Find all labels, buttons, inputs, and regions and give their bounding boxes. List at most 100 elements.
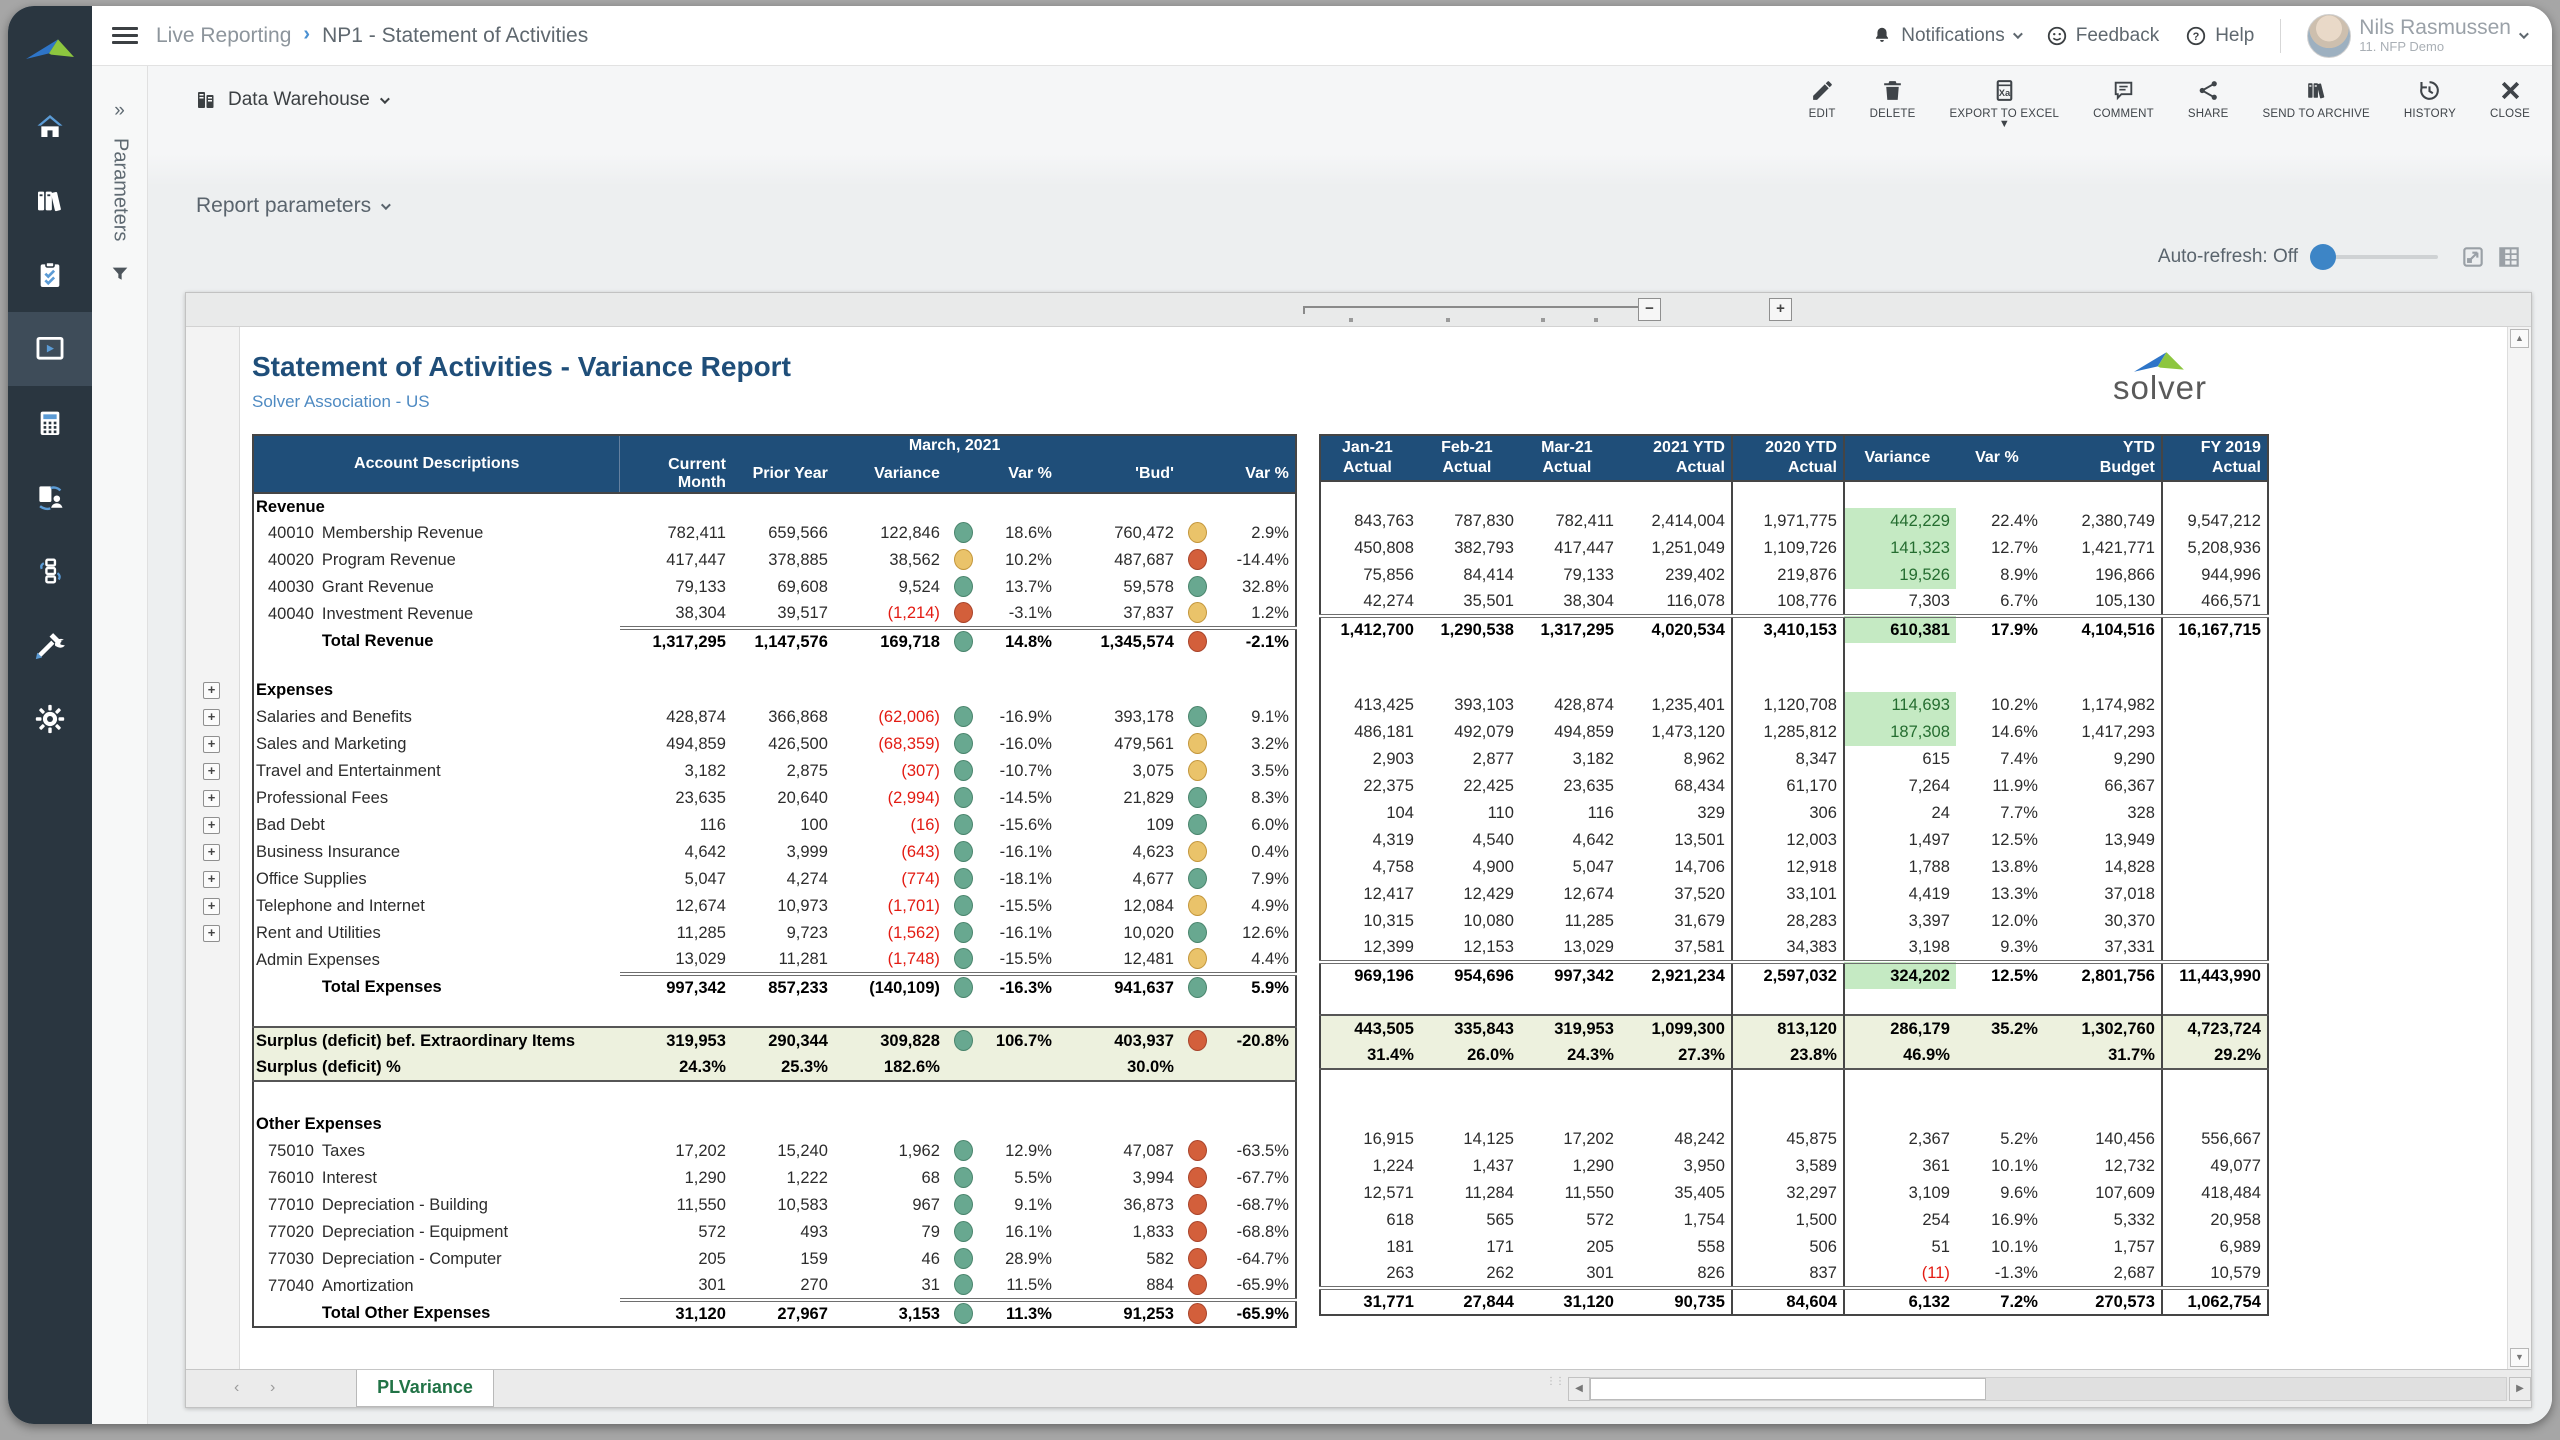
scroll-down-button[interactable]: ▼: [2510, 1348, 2529, 1367]
cell[interactable]: (140,109): [834, 974, 946, 1001]
cell[interactable]: 171: [1420, 1234, 1520, 1261]
cell[interactable]: -67.7%: [1216, 1165, 1296, 1192]
cell[interactable]: 1,285,812: [1732, 719, 1844, 746]
total-label[interactable]: Total Revenue: [320, 628, 620, 655]
hamburger-menu-icon[interactable]: [112, 23, 138, 48]
cell[interactable]: [2162, 719, 2268, 746]
cell[interactable]: -14.5%: [982, 785, 1058, 812]
cell[interactable]: 61,170: [1732, 773, 1844, 800]
cell[interactable]: 14.6%: [1956, 719, 2044, 746]
cell[interactable]: 116: [620, 812, 732, 839]
cell[interactable]: -1.3%: [1956, 1261, 2044, 1288]
cell[interactable]: 7.4%: [1956, 746, 2044, 773]
cell[interactable]: 1,099,300: [1620, 1015, 1732, 1042]
cell[interactable]: [2162, 773, 2268, 800]
row-label[interactable]: Rent and Utilities: [253, 920, 620, 947]
cell[interactable]: 11,285: [620, 920, 732, 947]
cell[interactable]: 6,132: [1844, 1288, 1956, 1315]
cell[interactable]: 2,877: [1420, 746, 1520, 773]
cell[interactable]: 32,297: [1732, 1180, 1844, 1207]
row-label[interactable]: Salaries and Benefits: [253, 704, 620, 731]
cell[interactable]: 14,706: [1620, 854, 1732, 881]
cell[interactable]: 12,674: [620, 893, 732, 920]
slider-knob[interactable]: [2310, 244, 2336, 270]
cell[interactable]: 1,421,771: [2044, 535, 2162, 562]
cell[interactable]: 37,331: [2044, 935, 2162, 962]
cell[interactable]: 254: [1844, 1207, 1956, 1234]
cell[interactable]: 69,608: [732, 574, 834, 601]
account-label[interactable]: Depreciation - Equipment: [320, 1219, 620, 1246]
cell[interactable]: 35,501: [1420, 589, 1520, 616]
cell[interactable]: 66,367: [2044, 773, 2162, 800]
cell[interactable]: 38,562: [834, 547, 946, 574]
cell[interactable]: 122,846: [834, 520, 946, 547]
cell[interactable]: -3.1%: [982, 601, 1058, 628]
expand-row-button[interactable]: +: [203, 844, 220, 861]
cell[interactable]: 558: [1620, 1234, 1732, 1261]
cell[interactable]: 1,437: [1420, 1153, 1520, 1180]
cell[interactable]: 12,153: [1420, 935, 1520, 962]
cell[interactable]: 493: [732, 1219, 834, 1246]
cell[interactable]: 106.7%: [982, 1027, 1058, 1054]
account-label[interactable]: Amortization: [320, 1273, 620, 1300]
delete-button[interactable]: DELETE: [1870, 78, 1916, 128]
cell[interactable]: 12.5%: [1956, 962, 2044, 989]
cell[interactable]: 14.8%: [982, 628, 1058, 655]
cell[interactable]: 3,153: [834, 1300, 946, 1327]
cell[interactable]: -14.4%: [1216, 547, 1296, 574]
cell[interactable]: 23.8%: [1732, 1042, 1844, 1069]
expand-row-button[interactable]: +: [203, 790, 220, 807]
cell[interactable]: 28.9%: [982, 1246, 1058, 1273]
cell[interactable]: 20,640: [732, 785, 834, 812]
cell[interactable]: 23,635: [620, 785, 732, 812]
cell[interactable]: 301: [620, 1273, 732, 1300]
cell[interactable]: 9,723: [732, 920, 834, 947]
cell[interactable]: 837: [1732, 1261, 1844, 1288]
cell[interactable]: 3,410,153: [1732, 616, 1844, 643]
cell[interactable]: 239,402: [1620, 562, 1732, 589]
cell[interactable]: 2,367: [1844, 1126, 1956, 1153]
cell[interactable]: 5,047: [1520, 854, 1620, 881]
cell[interactable]: -16.1%: [982, 839, 1058, 866]
filter-funnel-icon[interactable]: [109, 263, 131, 285]
cell[interactable]: 0.4%: [1216, 839, 1296, 866]
cell[interactable]: 25.3%: [732, 1054, 834, 1081]
cell[interactable]: 378,885: [732, 547, 834, 574]
cell[interactable]: 5.5%: [982, 1165, 1058, 1192]
cell[interactable]: 84,604: [1732, 1288, 1844, 1315]
cell[interactable]: 32.8%: [1216, 574, 1296, 601]
cell[interactable]: (62,006): [834, 704, 946, 731]
sidebar-item-settings[interactable]: [8, 682, 92, 756]
cell[interactable]: 10,579: [2162, 1261, 2268, 1288]
cell[interactable]: 16,167,715: [2162, 616, 2268, 643]
sidebar-item-reports[interactable]: [8, 312, 92, 386]
cell[interactable]: (307): [834, 758, 946, 785]
cell[interactable]: 2,380,749: [2044, 508, 2162, 535]
sidebar-item-budgeting[interactable]: [8, 386, 92, 460]
cell[interactable]: [2162, 827, 2268, 854]
cell[interactable]: -15.5%: [982, 947, 1058, 974]
cell[interactable]: 426,500: [732, 731, 834, 758]
cell[interactable]: 7,264: [1844, 773, 1956, 800]
cell[interactable]: 205: [620, 1246, 732, 1273]
cell[interactable]: 114,693: [1844, 692, 1956, 719]
cell[interactable]: 782,411: [620, 520, 732, 547]
cell[interactable]: 760,472: [1058, 520, 1180, 547]
cell[interactable]: 1,290: [1520, 1153, 1620, 1180]
cell[interactable]: 27,967: [732, 1300, 834, 1327]
cell[interactable]: 10.1%: [1956, 1153, 2044, 1180]
cell[interactable]: (1,748): [834, 947, 946, 974]
cell[interactable]: 494,859: [620, 731, 732, 758]
cell[interactable]: [2162, 854, 2268, 881]
cell[interactable]: 12,674: [1520, 881, 1620, 908]
cell[interactable]: (2,994): [834, 785, 946, 812]
edit-button[interactable]: EDIT: [1809, 78, 1836, 128]
cell[interactable]: 582: [1058, 1246, 1180, 1273]
cell[interactable]: 11,284: [1420, 1180, 1520, 1207]
account-label[interactable]: Grant Revenue: [320, 574, 620, 601]
report-parameters-toggle[interactable]: Report parameters: [196, 194, 388, 218]
expand-row-button[interactable]: +: [203, 817, 220, 834]
cell[interactable]: 967: [834, 1192, 946, 1219]
expand-row-button[interactable]: +: [203, 871, 220, 888]
cell[interactable]: (774): [834, 866, 946, 893]
